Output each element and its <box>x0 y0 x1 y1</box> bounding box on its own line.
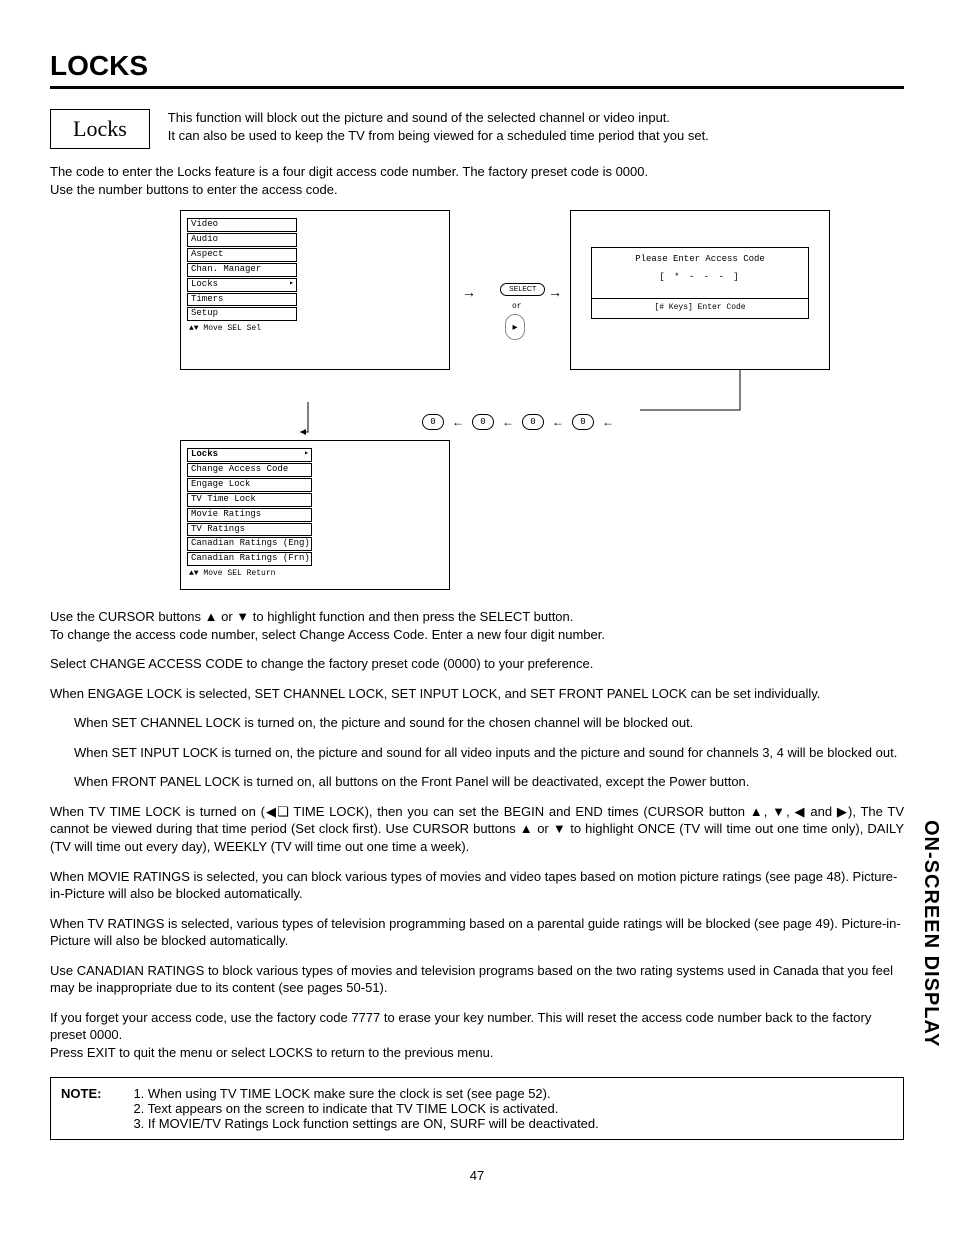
menu-footer: ▲▼ Move SEL Sel <box>187 322 443 333</box>
menu-item-audio: Audio <box>187 233 297 247</box>
access-code-display: [ * - - - ] <box>598 272 802 282</box>
body-p5: When MOVIE RATINGS is selected, you can … <box>50 868 904 903</box>
menu2-tv-ratings: TV Ratings <box>187 523 312 537</box>
arrow-left-icon: ← <box>602 415 614 429</box>
zero-key-icon: 0 <box>472 414 494 430</box>
code-entry-row: 0 ← 0 ← 0 ← 0 ← <box>300 402 614 442</box>
body-p3c: When FRONT PANEL LOCK is turned on, all … <box>50 773 904 791</box>
osd-access-code: Please Enter Access Code [ * - - - ] [# … <box>570 210 830 370</box>
menu2-can-eng: Canadian Ratings (Eng) <box>187 537 312 551</box>
note-box: NOTE: 1. When using TV TIME LOCK make su… <box>50 1077 904 1140</box>
body-p1b: To change the access code number, select… <box>50 626 904 644</box>
arrow-left-icon: ← <box>452 415 464 429</box>
zero-key-icon: 0 <box>572 414 594 430</box>
osd-menu-locks: Locks Change Access Code Engage Lock TV … <box>180 440 450 590</box>
access-title: Please Enter Access Code <box>598 254 802 264</box>
menu-item-chanmgr: Chan. Manager <box>187 263 297 277</box>
note-label: NOTE: <box>61 1086 121 1131</box>
menu2-header: Locks <box>187 448 312 462</box>
arrow-left-icon: ← <box>502 415 514 429</box>
note-3: 3. If MOVIE/TV Ratings Lock function set… <box>133 1116 598 1131</box>
menu2-tv-time-lock: TV Time Lock <box>187 493 312 507</box>
locks-label-box: Locks <box>50 109 150 149</box>
body-p8: If you forget your access code, use the … <box>50 1009 904 1044</box>
menu2-can-frn: Canadian Ratings (Frn) <box>187 552 312 566</box>
menu2-movie-ratings: Movie Ratings <box>187 508 312 522</box>
menu-item-timers: Timers <box>187 293 297 307</box>
menu2-engage-lock: Engage Lock <box>187 478 312 492</box>
body-p7: Use CANADIAN RATINGS to block various ty… <box>50 963 893 996</box>
zero-key-icon: 0 <box>522 414 544 430</box>
menu-item-aspect: Aspect <box>187 248 297 262</box>
body-p3b: When SET INPUT LOCK is turned on, the pi… <box>50 744 904 762</box>
body-p9: Press EXIT to quit the menu or select LO… <box>50 1044 904 1062</box>
body-p4: When TV TIME LOCK is turned on (◀❏ TIME … <box>50 803 904 856</box>
zero-key-icon: 0 <box>422 414 444 430</box>
select-button-icon: SELECT <box>500 283 545 296</box>
note-2: 2. Text appears on the screen to indicat… <box>133 1101 598 1116</box>
page-number: 47 <box>50 1168 904 1183</box>
note-1: 1. When using TV TIME LOCK make sure the… <box>133 1086 598 1101</box>
body-p3a: When SET CHANNEL LOCK is turned on, the … <box>50 714 904 732</box>
intro-line-4: Use the number buttons to enter the acce… <box>50 181 904 199</box>
cursor-right-button-icon: ▸ <box>505 314 525 340</box>
body-p1a: Use the CURSOR buttons ▲ or ▼ to highlig… <box>50 608 904 626</box>
body-p2: Select CHANGE ACCESS CODE to change the … <box>50 655 904 673</box>
body-p3: When ENGAGE LOCK is selected, SET CHANNE… <box>50 685 904 703</box>
access-helper: [# Keys] Enter Code <box>592 298 808 312</box>
arrow-left-icon: ← <box>552 415 564 429</box>
menu-item-locks: Locks <box>187 278 297 292</box>
intro-line-1: This function will block out the picture… <box>168 109 709 127</box>
menu-item-setup: Setup <box>187 307 297 321</box>
or-label: or <box>512 302 522 311</box>
menu-item-video: Video <box>187 218 297 232</box>
menu2-change-code: Change Access Code <box>187 463 312 477</box>
arrow-right-icon: → <box>462 285 476 299</box>
body-p6: When TV RATINGS is selected, various typ… <box>50 915 904 950</box>
diagram-area: Video Audio Aspect Chan. Manager Locks T… <box>50 210 904 590</box>
side-section-label: ON-SCREEN DISPLAY <box>919 820 942 1047</box>
intro-line-2: It can also be used to keep the TV from … <box>168 127 709 145</box>
intro-line-3: The code to enter the Locks feature is a… <box>50 163 904 181</box>
section-title: LOCKS <box>50 50 904 89</box>
menu2-footer: ▲▼ Move SEL Return <box>187 567 443 578</box>
arrow-right-icon: → <box>548 285 562 299</box>
osd-menu-main: Video Audio Aspect Chan. Manager Locks T… <box>180 210 450 370</box>
